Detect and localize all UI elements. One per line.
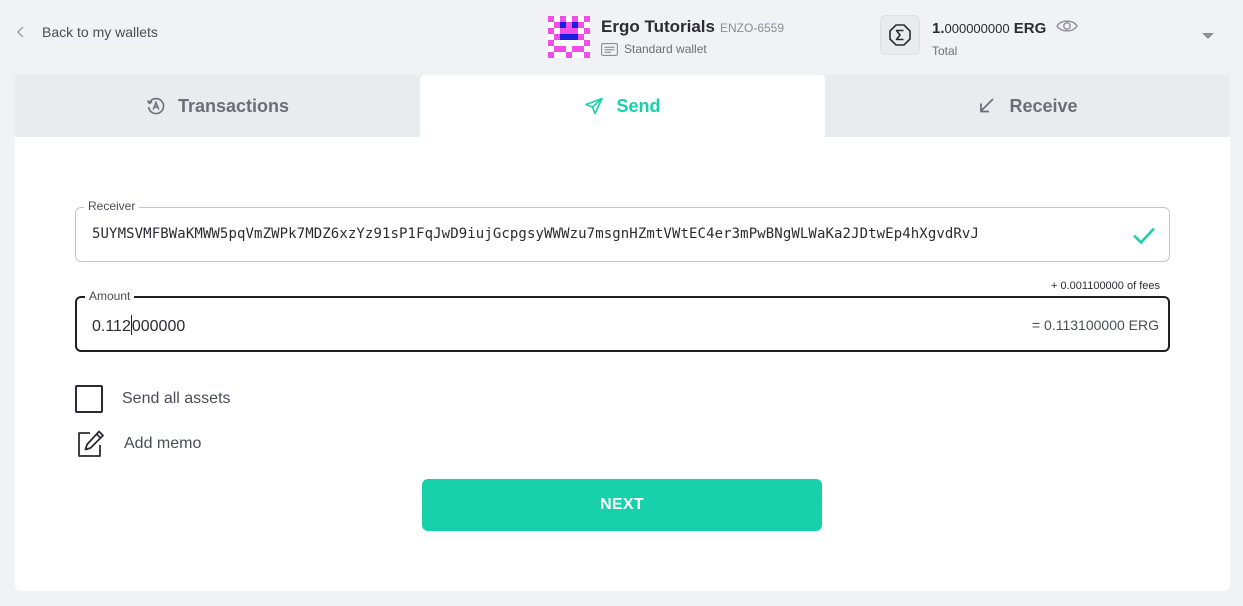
back-label: Back to my wallets [42, 24, 158, 40]
balance-summary: 1.000000000 ERG Total [880, 15, 1079, 58]
valid-address-check-icon [1133, 227, 1155, 245]
ergo-token-badge [880, 15, 920, 55]
add-memo-label: Add memo [124, 435, 202, 452]
wallet-info: Ergo Tutorials ENZO-6559 Standard wallet [548, 16, 784, 58]
next-button[interactable]: NEXT [422, 479, 822, 531]
tab-transactions[interactable]: Transactions [15, 75, 420, 137]
wallet-name: Ergo Tutorials [601, 17, 715, 36]
transactions-icon [146, 97, 165, 115]
tab-transactions-label: Transactions [177, 95, 290, 116]
back-to-wallets-link[interactable]: Back to my wallets [14, 24, 158, 40]
send-form-card: Receiver 5UYMSVMFBWaKMWW5pqVmZWPk7MDZ6xz… [15, 137, 1230, 591]
balance-amount: 1.000000000 ERG [932, 20, 1047, 37]
toggle-balance-visibility[interactable] [1056, 18, 1079, 39]
tab-receive[interactable]: Receive [825, 75, 1230, 137]
amount-total: = 0.113100000 ERG [1031, 317, 1159, 333]
amount-input[interactable]: 0.112000000 [92, 315, 185, 336]
tab-receive-label: Receive [1009, 95, 1078, 116]
send-all-assets-option[interactable]: Send all assets [75, 385, 231, 413]
balance-caption: Total [932, 44, 958, 58]
tab-send-label: Send [616, 95, 661, 116]
wallet-dropdown-toggle[interactable] [1202, 33, 1214, 39]
send-all-assets-checkbox[interactable] [75, 385, 103, 413]
wallet-type: Standard wallet [624, 42, 707, 56]
wallet-type-icon [601, 42, 618, 56]
wallet-plate: ENZO-6559 [719, 21, 785, 35]
receiver-address-input[interactable]: 5UYMSVMFBWaKMWW5pqVmZWPk7MDZ6xzYz91sP1Fq… [92, 226, 979, 242]
eye-icon [1056, 20, 1079, 32]
send-icon [585, 97, 604, 115]
ergo-icon [889, 24, 911, 46]
add-memo-option[interactable]: Add memo [75, 429, 201, 459]
receiver-label: Receiver [84, 199, 140, 213]
receive-icon [980, 98, 995, 113]
wallet-avatar [548, 16, 590, 58]
amount-label: Amount [85, 289, 135, 303]
amount-field[interactable]: Amount 0.112000000 = 0.113100000 ERG [75, 289, 1170, 352]
wallet-tabs: Transactions Send Receive [15, 75, 1230, 137]
fees-note: + 0.001100000 of fees [1051, 280, 1160, 292]
chevron-left-icon [17, 26, 24, 38]
receiver-field[interactable]: Receiver 5UYMSVMFBWaKMWW5pqVmZWPk7MDZ6xz… [75, 199, 1170, 262]
tab-send[interactable]: Send [420, 75, 825, 137]
send-all-assets-label: Send all assets [122, 390, 231, 407]
edit-memo-icon [78, 430, 104, 457]
